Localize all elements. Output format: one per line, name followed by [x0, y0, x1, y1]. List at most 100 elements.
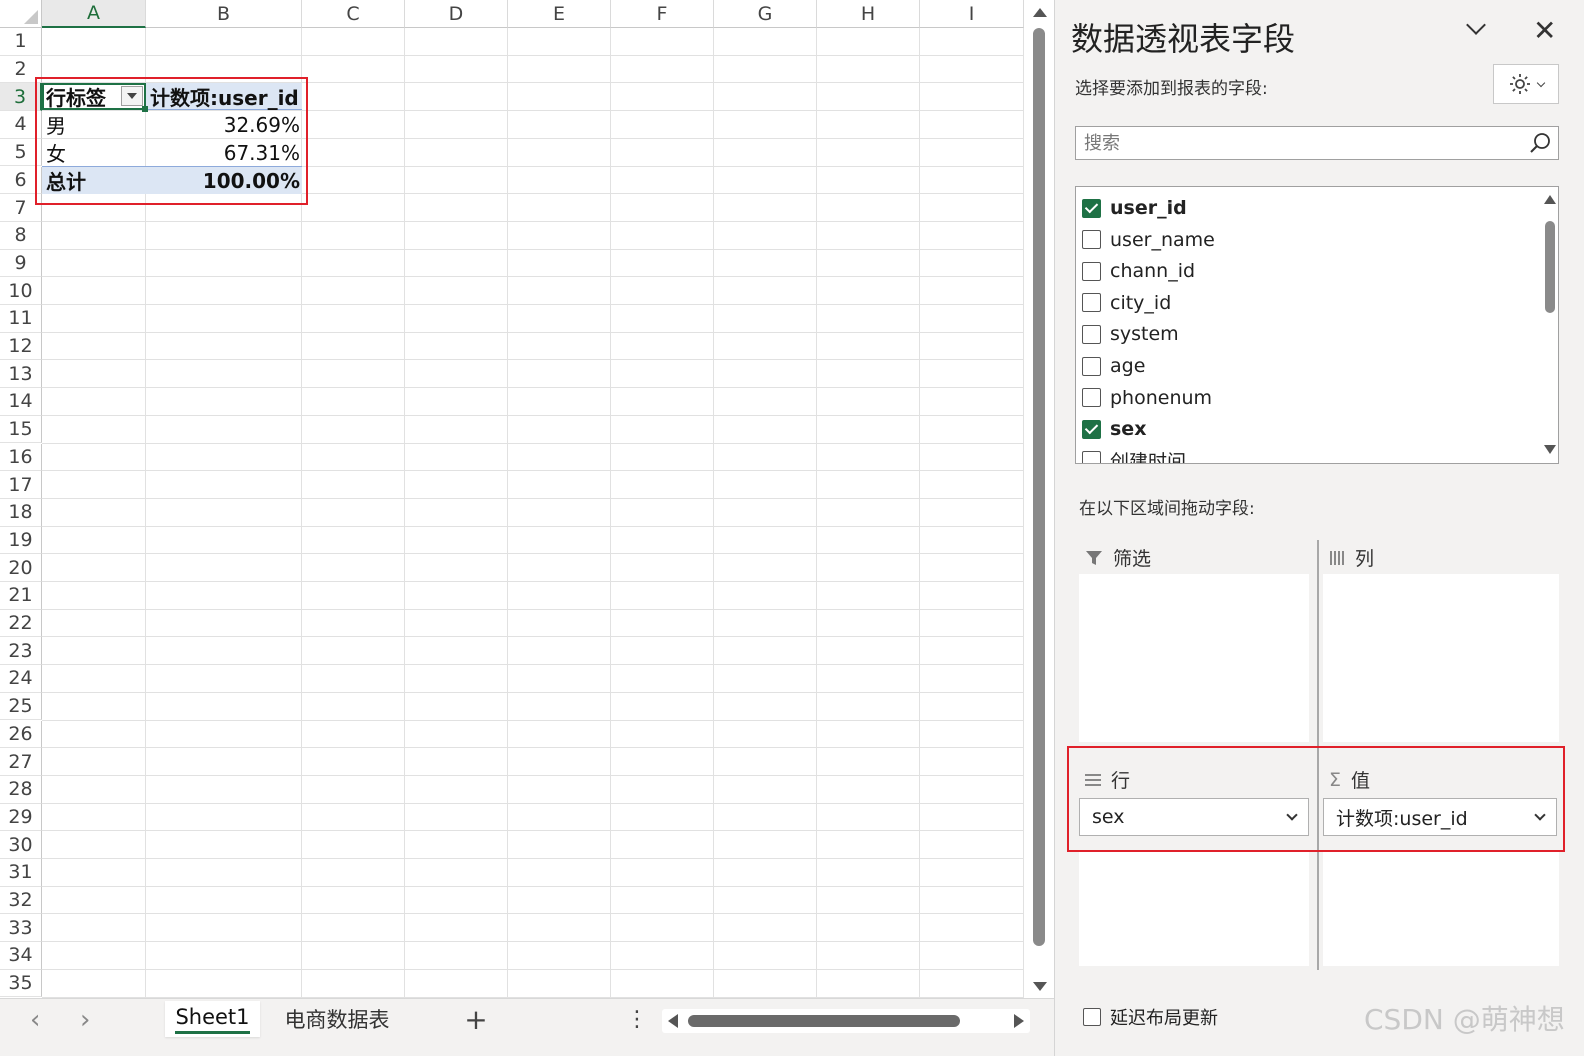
row-header[interactable]: 23 [0, 637, 42, 666]
row-header[interactable]: 29 [0, 803, 42, 832]
column-header[interactable]: C [302, 0, 405, 28]
vertical-scroll-thumb[interactable] [1033, 28, 1045, 946]
row-header[interactable]: 3 [0, 83, 42, 112]
row-header[interactable]: 17 [0, 471, 42, 499]
row-header[interactable]: 16 [0, 443, 42, 472]
tab-ecommerce-data[interactable]: 电商数据表 [270, 1001, 404, 1037]
column-header[interactable]: B [146, 0, 302, 28]
field-item[interactable]: sex [1082, 414, 1146, 444]
scroll-left-icon[interactable] [668, 1014, 678, 1028]
row-header[interactable]: 32 [0, 886, 42, 915]
select-all-corner[interactable] [0, 0, 42, 28]
field-item[interactable]: age [1082, 351, 1145, 381]
row-header[interactable]: 10 [0, 277, 42, 305]
column-header[interactable]: D [405, 0, 508, 28]
field-checkbox[interactable] [1082, 388, 1101, 408]
row-header[interactable]: 7 [0, 194, 42, 222]
row-label-filter-button[interactable] [121, 86, 143, 106]
rows-drop-zone[interactable] [1079, 852, 1309, 966]
scroll-up-icon[interactable] [1033, 8, 1047, 17]
column-header[interactable]: A [42, 0, 146, 28]
pivot-total-value[interactable]: 100.00% [150, 167, 300, 194]
row-header[interactable]: 11 [0, 305, 42, 333]
pivot-row-label[interactable]: 女 [46, 139, 66, 166]
row-header[interactable]: 31 [0, 859, 42, 887]
row-header[interactable]: 5 [0, 138, 42, 167]
pivot-row-label-header[interactable]: 行标签 [46, 83, 106, 110]
pivot-row-value[interactable]: 67.31% [150, 139, 300, 166]
row-field-dropdown[interactable]: sex [1079, 798, 1309, 836]
scroll-up-icon[interactable] [1544, 195, 1556, 204]
row-header[interactable]: 15 [0, 415, 42, 444]
field-search-input[interactable] [1076, 127, 1516, 159]
row-header[interactable]: 4 [0, 111, 42, 139]
row-header[interactable]: 6 [0, 166, 42, 195]
field-checkbox[interactable] [1082, 198, 1101, 218]
columns-drop-zone[interactable] [1323, 574, 1559, 742]
collapse-pane-button[interactable] [1466, 15, 1486, 35]
scroll-down-icon[interactable] [1033, 982, 1047, 991]
column-header[interactable]: G [714, 0, 817, 28]
defer-checkbox[interactable] [1083, 1008, 1101, 1026]
pivot-value-header[interactable]: 计数项:user_id [150, 83, 299, 110]
field-settings-button[interactable] [1493, 64, 1559, 104]
more-options-icon[interactable]: ⋮ [622, 1001, 652, 1037]
field-checkbox[interactable] [1082, 356, 1101, 376]
row-header[interactable]: 14 [0, 388, 42, 416]
row-header[interactable]: 35 [0, 969, 42, 998]
close-pane-button[interactable]: ✕ [1533, 14, 1556, 47]
value-field-dropdown[interactable]: 计数项:user_id [1323, 798, 1557, 836]
column-header[interactable]: F [611, 0, 714, 28]
row-header[interactable]: 13 [0, 360, 42, 389]
vertical-scrollbar[interactable] [1026, 0, 1054, 998]
row-header[interactable]: 22 [0, 609, 42, 638]
add-sheet-button[interactable]: + [456, 1001, 496, 1037]
pivot-total-label[interactable]: 总计 [46, 167, 86, 194]
column-header[interactable]: E [508, 0, 611, 28]
row-header[interactable]: 33 [0, 914, 42, 943]
field-checkbox[interactable] [1082, 293, 1101, 313]
row-header[interactable]: 27 [0, 748, 42, 776]
row-header[interactable]: 18 [0, 498, 42, 527]
row-header[interactable]: 26 [0, 720, 42, 749]
row-header[interactable]: 1 [0, 28, 42, 56]
row-header[interactable]: 8 [0, 221, 42, 250]
pivot-row-value[interactable]: 32.69% [150, 111, 300, 138]
row-header[interactable]: 12 [0, 332, 42, 361]
pivot-row-label[interactable]: 男 [46, 111, 66, 138]
row-header[interactable]: 25 [0, 692, 42, 721]
row-header[interactable]: 19 [0, 526, 42, 555]
row-header[interactable]: 30 [0, 831, 42, 859]
column-header[interactable]: I [920, 0, 1024, 28]
row-header[interactable]: 34 [0, 942, 42, 970]
horizontal-scrollbar[interactable] [662, 1009, 1030, 1033]
next-sheet-icon[interactable]: › [80, 1005, 90, 1035]
horizontal-scroll-thumb[interactable] [688, 1015, 960, 1027]
field-checkbox[interactable] [1082, 324, 1101, 344]
field-item[interactable]: system [1082, 319, 1179, 349]
tab-sheet1[interactable]: Sheet1 [165, 1001, 260, 1037]
values-drop-zone[interactable] [1323, 852, 1559, 966]
field-checkbox[interactable] [1082, 261, 1101, 281]
field-item[interactable]: 创建时间 [1082, 446, 1186, 463]
field-list-scrollbar[interactable] [1542, 187, 1558, 463]
scroll-right-icon[interactable] [1014, 1014, 1024, 1028]
field-item[interactable]: city_id [1082, 288, 1171, 318]
search-icon[interactable] [1528, 131, 1552, 155]
field-item[interactable]: user_id [1082, 193, 1187, 223]
row-header[interactable]: 9 [0, 249, 42, 278]
row-header[interactable]: 21 [0, 582, 42, 610]
field-checkbox[interactable] [1082, 230, 1101, 250]
scroll-down-icon[interactable] [1544, 445, 1556, 454]
row-header[interactable]: 20 [0, 554, 42, 582]
row-header[interactable]: 2 [0, 55, 42, 84]
field-item[interactable]: phonenum [1082, 383, 1212, 413]
spreadsheet-grid[interactable]: ABCDEFGHI 1 2 3 4 5 6 7 8 9 10 11 12 13 14 15 16 17 18 19 2… [0, 0, 1024, 998]
field-checkbox[interactable] [1082, 419, 1101, 439]
defer-layout-update[interactable]: 延迟布局更新 [1083, 1004, 1218, 1030]
field-checkbox[interactable] [1082, 451, 1101, 463]
filter-drop-zone[interactable] [1079, 574, 1309, 742]
prev-sheet-icon[interactable]: ‹ [30, 1005, 40, 1035]
field-list-scroll-thumb[interactable] [1545, 221, 1555, 313]
column-header[interactable]: H [817, 0, 920, 28]
